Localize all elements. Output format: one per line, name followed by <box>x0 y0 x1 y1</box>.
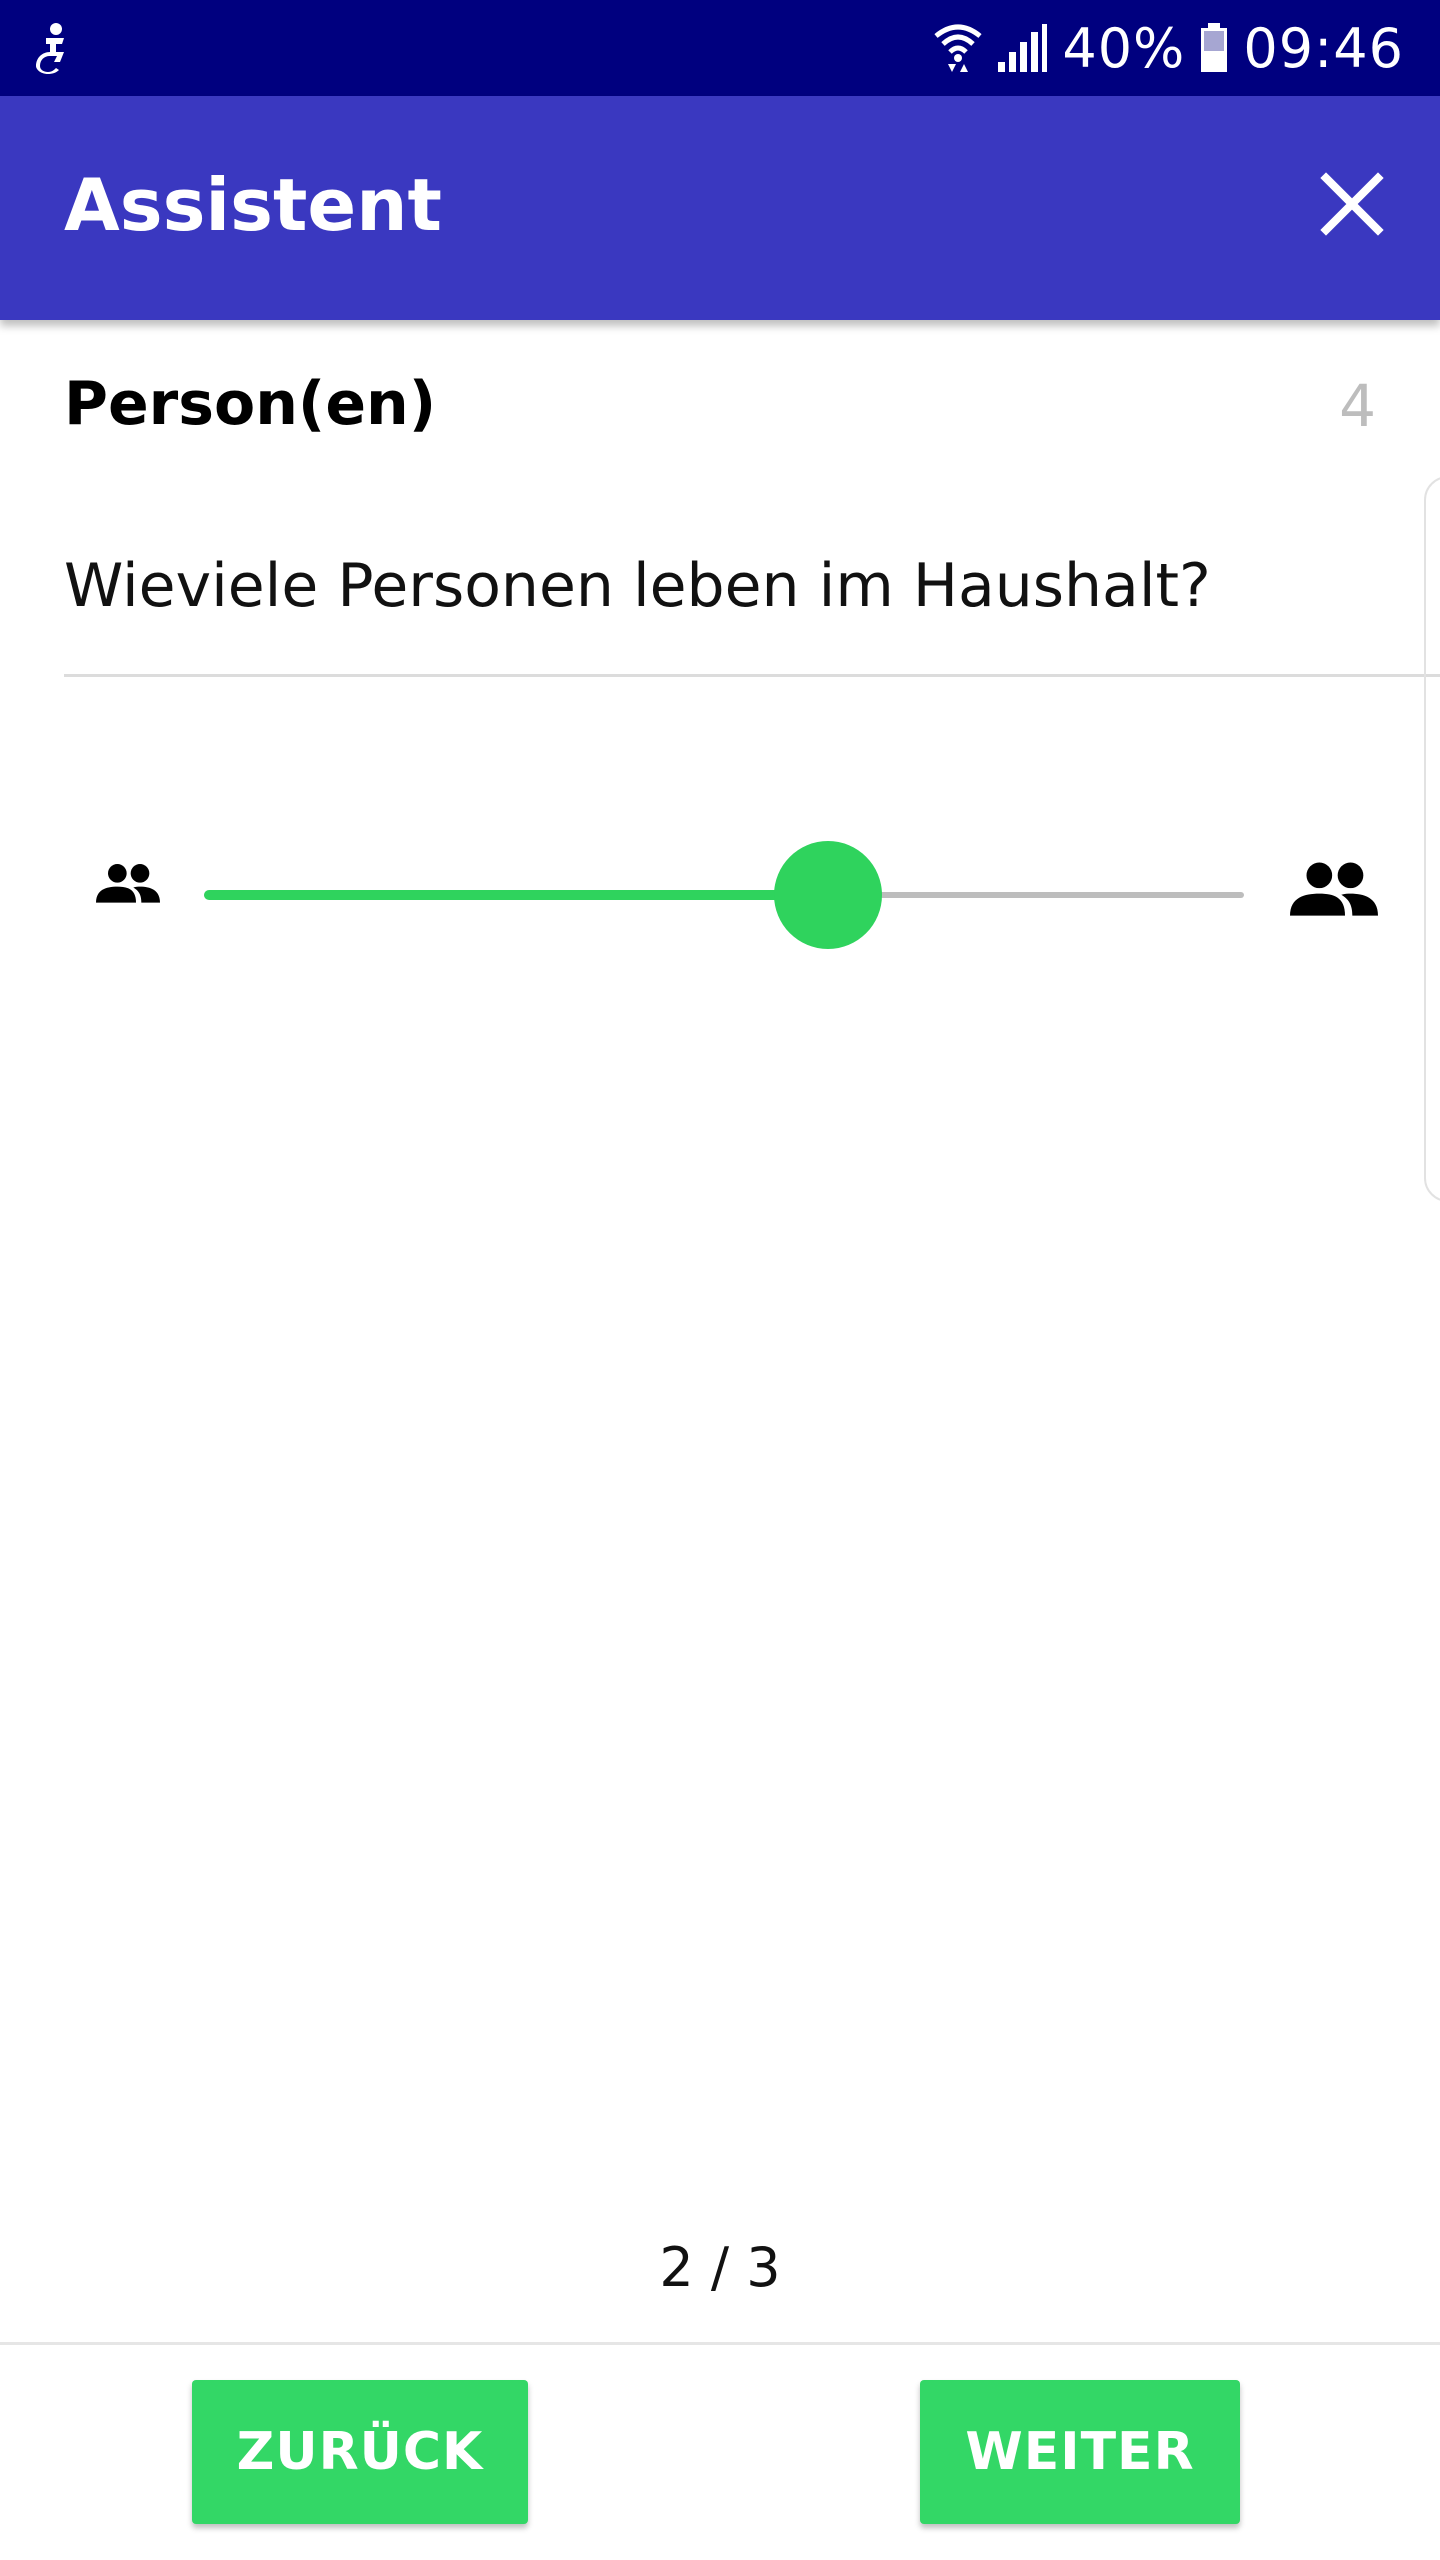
slider-fill <box>204 890 828 900</box>
people-icon-max <box>1290 860 1378 920</box>
question-text: Wieviele Personen leben im Haushalt? <box>64 551 1211 621</box>
bottom-divider <box>0 2342 1440 2345</box>
side-panel-edge <box>1424 476 1440 1202</box>
divider <box>64 674 1440 677</box>
people-icon-min <box>96 862 160 906</box>
status-time: 09:46 <box>1243 16 1404 80</box>
battery-icon <box>1201 23 1228 72</box>
status-bar: 40% 09:46 <box>0 0 1440 96</box>
status-indicators: 40% 09:46 <box>934 0 1404 96</box>
slider-thumb[interactable] <box>774 841 882 949</box>
battery-percent: 40% <box>1062 16 1186 80</box>
accessibility-icon <box>32 22 76 74</box>
app-title: Assistent <box>64 163 442 247</box>
signal-icon <box>998 24 1048 72</box>
back-button[interactable]: ZURÜCK <box>192 2380 528 2524</box>
wifi-icon <box>934 24 982 72</box>
close-icon <box>1320 172 1384 236</box>
app-bar: Assistent <box>0 96 1440 320</box>
close-button[interactable] <box>1300 152 1404 256</box>
next-button[interactable]: WEITER <box>920 2380 1240 2524</box>
persons-slider[interactable] <box>204 840 1244 950</box>
person-count: 4 <box>1339 372 1376 440</box>
page-indicator: 2 / 3 <box>659 2236 781 2299</box>
section-title: Person(en) <box>64 369 437 439</box>
